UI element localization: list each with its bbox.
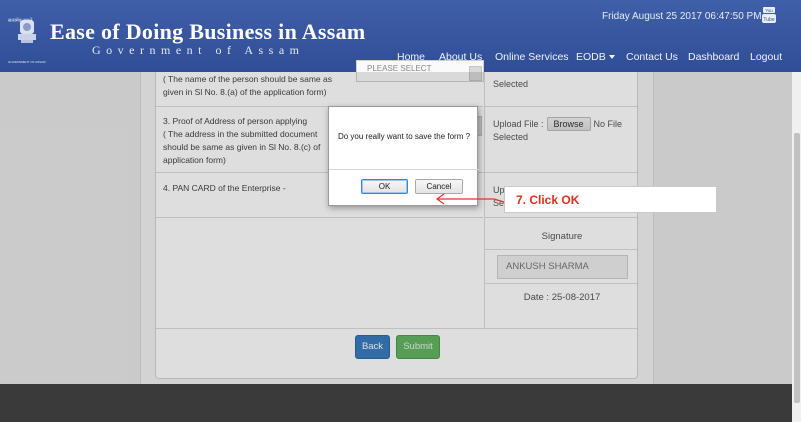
callout-text: 7. Click OK xyxy=(516,193,580,207)
chevron-down-icon xyxy=(608,55,615,60)
emblem-bottom-text: GOVERNMENT OF ASSAM xyxy=(8,60,46,64)
ok-button[interactable]: OK xyxy=(361,179,408,194)
pointer-arrow-icon xyxy=(435,193,505,205)
nav-eodb-label: EODB xyxy=(576,51,606,63)
youtube-icon[interactable]: You Tube xyxy=(762,7,776,23)
emblem-top-text: सत्यमेव जयते xyxy=(8,18,33,24)
nav-contact-us[interactable]: Contact Us xyxy=(626,51,678,63)
scrollbar-thumb[interactable] xyxy=(794,133,800,403)
svg-text:Tube: Tube xyxy=(763,17,774,23)
confirm-message: Do you really want to save the form ? xyxy=(337,132,471,141)
nav-online-services[interactable]: Online Services xyxy=(495,51,569,63)
dialog-divider xyxy=(329,169,479,170)
page-footer xyxy=(0,384,801,422)
nav-logout[interactable]: Logout xyxy=(750,51,782,63)
nav-eodb-dropdown[interactable]: EODB xyxy=(576,51,615,63)
datetime-display: Friday August 25 2017 06:47:50 PM xyxy=(602,11,762,22)
brand-title[interactable]: Ease of Doing Business in Assam xyxy=(50,19,366,45)
svg-text:You: You xyxy=(765,8,773,13)
confirm-dialog: Do you really want to save the form ? OK… xyxy=(328,106,479,206)
instruction-callout: 7. Click OK xyxy=(504,186,717,213)
brand-subtitle: Government of Assam xyxy=(92,43,305,57)
nav-dashboard[interactable]: Dashboard xyxy=(688,51,739,63)
